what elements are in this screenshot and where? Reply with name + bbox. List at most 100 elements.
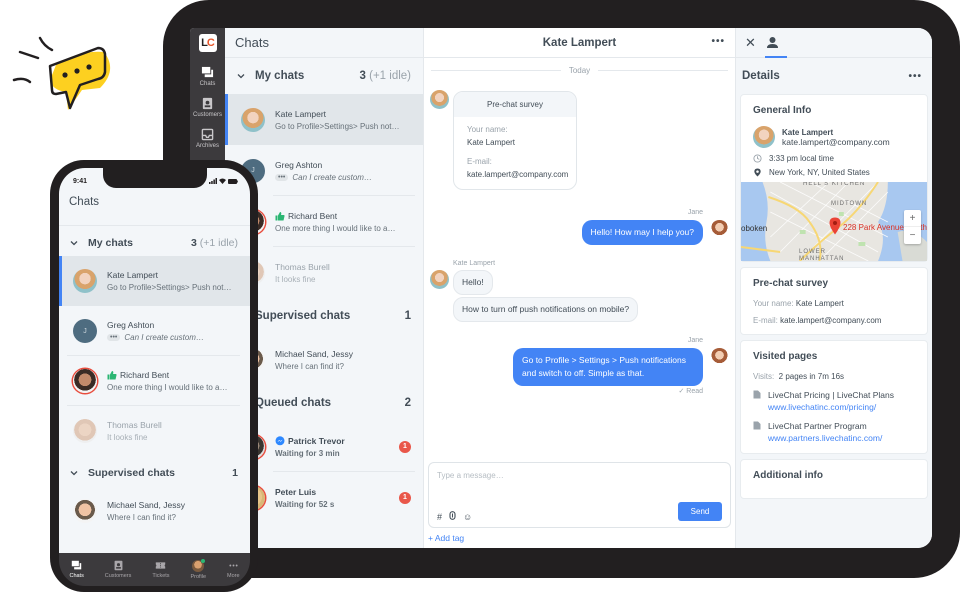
customer-details-tab-icon[interactable]	[766, 36, 779, 49]
avatar	[73, 499, 97, 523]
battery-icon	[228, 178, 238, 184]
chat-list-title: Chats	[225, 28, 423, 58]
archives-icon	[201, 128, 214, 141]
unread-badge: 1	[399, 440, 411, 453]
signal-icon	[209, 178, 217, 184]
location-map[interactable]: HELL'S KITCHEN MIDTOWN oboken LOWER MANH…	[741, 182, 927, 261]
chats-icon	[71, 560, 82, 570]
rail-item-archives[interactable]: Archives	[196, 128, 219, 149]
conversation-header: Kate Lampert •••	[424, 28, 735, 58]
wifi-icon	[219, 178, 226, 184]
close-icon[interactable]: ✕	[745, 35, 756, 51]
chat-item-michael-sand[interactable]: Michael Sand, Jessy Where I can find it?	[59, 486, 250, 536]
chat-preview: It looks fine	[275, 274, 316, 284]
profile-avatar	[192, 558, 206, 572]
additional-info-card[interactable]: Additional info	[740, 459, 928, 499]
chat-name: Michael Sand, Jessy	[107, 500, 185, 510]
chat-item-richard-bent[interactable]: Richard Bent One more thing I would like…	[59, 356, 250, 406]
details-header: Details •••	[742, 70, 922, 82]
chat-item-greg-ashton[interactable]: J Greg Ashton ••• Can I create custom…	[59, 306, 250, 356]
chat-name: Thomas Burell	[275, 261, 330, 272]
document-icon	[753, 421, 761, 430]
active-tab-indicator	[765, 56, 787, 58]
message-sender: Kate Lampert	[453, 260, 496, 267]
group-supervised-chats[interactable]: Supervised chats 1	[59, 459, 250, 486]
document-icon	[753, 390, 761, 399]
avatar	[430, 90, 449, 109]
nav-item-more[interactable]: More	[227, 560, 240, 579]
chevron-down-icon	[237, 74, 245, 79]
message-input[interactable]	[437, 471, 697, 480]
nav-item-chats[interactable]: Chats	[69, 560, 84, 579]
day-divider: Today	[431, 66, 729, 75]
more-options-icon[interactable]: •••	[711, 36, 725, 47]
message-composer: # ☺ Send	[428, 462, 731, 528]
typing-indicator-icon: •••	[107, 334, 121, 341]
chat-name: Kate Lampert	[107, 270, 159, 280]
message-bubble: Hello!	[453, 270, 493, 295]
more-icon	[229, 564, 238, 567]
conversation-title: Kate Lampert	[542, 36, 617, 49]
status-icons	[209, 178, 238, 184]
rail-item-customers[interactable]: Customers	[193, 97, 222, 118]
customers-icon	[114, 560, 123, 571]
group-my-chats[interactable]: My chats 3 (+1 idle)	[59, 229, 250, 256]
chat-name: Greg Ashton	[275, 159, 323, 170]
speech-bubble-doodle-icon	[12, 36, 111, 110]
prechat-email: E-mail: kate.lampert@company.com	[753, 316, 882, 325]
nav-item-profile[interactable]: Profile	[190, 558, 206, 580]
emoji-icon[interactable]: ☺	[463, 512, 472, 522]
chat-preview: ••• Can I create custom…	[107, 333, 204, 342]
tablet-screen: LC Chats Customers Archives Chats My cha…	[190, 28, 932, 548]
chat-name: Richard Bent	[107, 370, 228, 380]
chat-name: Kate Lampert	[275, 108, 327, 119]
chat-preview: ••• Can I create custom…	[275, 173, 372, 182]
chat-name: Richard Bent	[275, 211, 396, 221]
chat-name: Greg Ashton	[107, 320, 155, 330]
chat-preview: Go to Profile>Settings> Push not…	[275, 121, 400, 131]
details-panel: ✕ Details ••• General Info Kate Lampert …	[735, 28, 932, 548]
canned-response-icon[interactable]: #	[437, 512, 442, 522]
group-my-chats[interactable]: My chats 3 (+1 idle)	[225, 58, 423, 94]
message-sender: Jane	[687, 209, 703, 216]
chat-item-kate-lampert[interactable]: Kate Lampert Go to Profile>Settings> Pus…	[59, 256, 250, 306]
chevron-down-icon	[70, 470, 78, 475]
map-pin-icon	[829, 217, 841, 235]
chat-item-kate-lampert[interactable]: Kate Lampert Go to Profile>Settings> Pus…	[225, 94, 423, 145]
send-button[interactable]: Send	[678, 502, 722, 521]
avatar	[73, 269, 97, 293]
chat-item-thomas-burell[interactable]: Thomas Burell It looks fine	[59, 406, 250, 456]
add-tag-link[interactable]: + Add tag	[428, 533, 464, 543]
customer-name: Kate Lampert	[782, 127, 834, 137]
avatar	[73, 419, 97, 443]
thumbs-up-icon	[275, 211, 285, 220]
unread-badge: 1	[399, 491, 411, 504]
conversation-panel: Kate Lampert ••• Today Pre-chat survey Y…	[424, 28, 735, 548]
chat-name: Thomas Burell	[107, 420, 162, 430]
prechat-survey-card: Pre-chat survey Your name: Kate Lampert …	[453, 91, 577, 190]
attachment-icon[interactable]	[449, 511, 456, 522]
map-zoom-in-button[interactable]: +	[904, 210, 921, 227]
group-count: 1	[232, 466, 238, 479]
more-options-icon[interactable]: •••	[908, 71, 922, 82]
visited-page-item: LiveChat Partner Program www.partners.li…	[753, 420, 915, 444]
chevron-down-icon	[70, 240, 78, 245]
nav-item-customers[interactable]: Customers	[105, 560, 131, 579]
clock-icon	[753, 154, 762, 163]
group-count: 3 (+1 idle)	[359, 70, 411, 82]
visited-pages-card: Visited pages Visits: 2 pages in 7m 16s …	[740, 340, 928, 454]
nav-item-tickets[interactable]: Tickets	[152, 560, 170, 579]
prechat-survey-details-card: Pre-chat survey Your name: Kate Lampert …	[740, 267, 928, 335]
visits-summary: Visits: 2 pages in 7m 16s	[753, 372, 845, 381]
visited-page-link[interactable]: www.livechatinc.com/pricing/	[768, 401, 894, 413]
read-status: ✓ Read	[678, 388, 703, 395]
typing-indicator-icon: •••	[275, 173, 289, 181]
avatar	[241, 107, 265, 132]
customers-icon	[202, 97, 213, 110]
visited-page-link[interactable]: www.partners.livechatinc.com/	[768, 432, 882, 444]
rail-item-chats[interactable]: Chats	[200, 66, 215, 87]
chat-preview: One more thing I would like to a…	[275, 223, 396, 233]
agent-avatar	[710, 220, 729, 239]
map-zoom-out-button[interactable]: −	[904, 227, 921, 244]
chats-icon	[201, 66, 214, 78]
